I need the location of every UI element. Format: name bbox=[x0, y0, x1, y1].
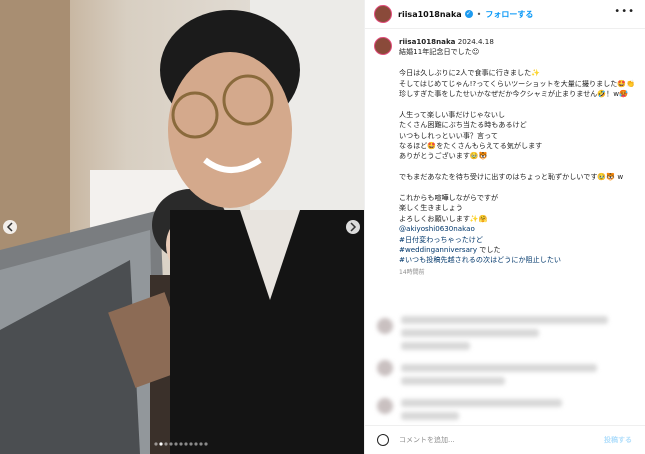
mention-link[interactable]: @akiyoshi0630nakao bbox=[399, 224, 635, 234]
caption-line: ありがとうございます🥹🐯 bbox=[399, 151, 488, 161]
avatar[interactable] bbox=[374, 5, 392, 23]
post-photo[interactable] bbox=[0, 0, 364, 454]
caption-line: これからも喧嘩しながらですが bbox=[399, 193, 499, 203]
caption-line bbox=[399, 183, 635, 193]
caption-line: 楽しく生きましょう bbox=[399, 203, 463, 213]
caption-line: なるほど🤩をたくさんもらえてる気がします bbox=[399, 141, 543, 151]
verified-icon: ✓ bbox=[464, 10, 473, 18]
hashtag-suffix: でした bbox=[479, 245, 501, 255]
caption-username[interactable]: riisa1018naka bbox=[399, 37, 455, 46]
blurred-avatar bbox=[377, 318, 393, 334]
caption-line bbox=[399, 58, 635, 68]
caption-line: たくさん困難にぶち当たる時もあるけど bbox=[399, 120, 527, 130]
separator-dot: • bbox=[476, 9, 482, 19]
blurred-avatar bbox=[377, 360, 393, 376]
post-button[interactable]: 投稿する bbox=[604, 435, 632, 445]
post-side-panel: riisa1018naka ✓ • フォローする ••• riisa1018na… bbox=[364, 0, 645, 454]
caption-line: 人生って楽しい事だけじゃないし bbox=[399, 109, 506, 119]
caption-avatar[interactable] bbox=[374, 37, 392, 55]
blurred-comment-lines bbox=[401, 316, 631, 425]
caption-line: でもまだあなたを待ち受けに出すのはちょっと恥ずかしいです🥹🐯 w bbox=[399, 172, 624, 182]
comment-input[interactable]: コメントを追加... bbox=[399, 435, 455, 445]
header-username[interactable]: riisa1018naka bbox=[398, 10, 462, 19]
photo-image bbox=[0, 0, 364, 454]
hashtag-link[interactable]: #いつも投稿先越されるの次はどうにか阻止したい bbox=[399, 255, 561, 264]
caption-line: 今日は久しぶりに2人で食事に行きました✨ bbox=[399, 68, 541, 78]
hashtag-link[interactable]: #weddinganniversary bbox=[399, 245, 477, 254]
post-time: 14時間前 bbox=[399, 268, 425, 276]
caption-date: 2024.4.18 bbox=[457, 37, 494, 46]
caption-line bbox=[399, 162, 635, 172]
caption-line: 結婚11年記念日でした☺︎ bbox=[399, 47, 480, 57]
hashtag-link[interactable]: #日付変わっちゃったけど bbox=[399, 235, 483, 244]
emoji-icon[interactable] bbox=[377, 434, 389, 446]
caption: riisa1018naka 2024.4.18 結婚11年記念日でした☺︎ 今日は… bbox=[374, 37, 636, 278]
comment-bar: コメントを追加... 投稿する bbox=[365, 425, 645, 454]
caption-line: 珍しすぎた事をしたせいかなぜだか今クシャミが止まりません🤣！w🥵 bbox=[399, 89, 628, 99]
caption-body: 結婚11年記念日でした☺︎ 今日は久しぶりに2人で食事に行きました✨ そしてはじめて… bbox=[399, 47, 635, 224]
caption-line: よろしくお願いします✨🤗 bbox=[399, 213, 488, 223]
follow-button[interactable]: フォローする bbox=[485, 9, 533, 20]
post-header: riisa1018naka ✓ • フォローする ••• bbox=[365, 0, 645, 29]
more-options-icon[interactable]: ••• bbox=[614, 6, 635, 17]
caption-line: そしてはじめてじゃん!?ってくらいツーショットを大量に撮りました🤩👏 bbox=[399, 78, 636, 88]
blurred-comments bbox=[371, 312, 639, 424]
caption-line bbox=[399, 99, 635, 109]
caption-line: いつもしれっといい事？言って bbox=[399, 130, 498, 140]
blurred-avatar bbox=[377, 398, 393, 414]
